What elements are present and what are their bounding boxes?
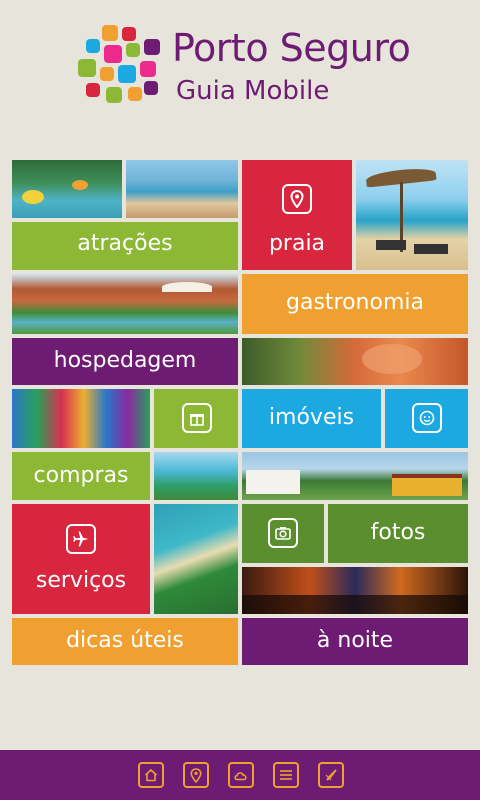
imoveis-label: imóveis — [268, 405, 355, 430]
tile-compras[interactable]: compras — [12, 452, 150, 500]
atracoes-photo-beach — [126, 160, 238, 218]
noite-photo — [242, 567, 468, 614]
list-icon[interactable] — [273, 762, 299, 788]
gastronomia-photo — [242, 338, 468, 385]
map-pin-icon — [282, 184, 312, 214]
face-icon — [412, 403, 442, 433]
tile-fotos[interactable]: fotos — [328, 504, 468, 563]
camera-icon — [268, 518, 298, 548]
weather-icon[interactable] — [228, 762, 254, 788]
compras-label: compras — [33, 463, 129, 488]
imoveis-photo — [242, 452, 468, 500]
tile-a-noite[interactable]: à noite — [242, 618, 468, 665]
compras-photo-bay — [154, 452, 238, 500]
tile-fotos-icon[interactable] — [242, 504, 324, 563]
tile-imoveis-icon[interactable] — [385, 389, 468, 448]
airplane-icon — [66, 524, 96, 554]
bottom-nav-bar — [0, 750, 480, 800]
hospedagem-label: hospedagem — [53, 348, 197, 373]
app-title: Porto Seguro — [172, 26, 411, 70]
gastronomia-label: gastronomia — [286, 290, 424, 315]
map-pin-icon[interactable] — [183, 762, 209, 788]
gift-icon — [182, 403, 212, 433]
tile-praia[interactable]: praia — [242, 160, 352, 270]
atracoes-photo-pool — [12, 160, 122, 218]
app-subtitle: Guia Mobile — [176, 76, 330, 106]
noite-label: à noite — [316, 628, 394, 653]
tile-dicas-uteis[interactable]: dicas úteis — [12, 618, 238, 665]
header: Porto Seguro Guia Mobile — [0, 0, 480, 150]
dicas-label: dicas úteis — [66, 628, 184, 653]
praia-photo — [356, 160, 468, 270]
logo-icon — [78, 25, 162, 109]
tile-atracoes[interactable]: atrações — [12, 160, 238, 270]
tile-gastronomia[interactable]: gastronomia — [242, 274, 468, 334]
tile-compras-icon[interactable] — [154, 389, 238, 448]
servicos-label: serviços — [35, 568, 127, 593]
tile-servicos[interactable]: serviços — [12, 504, 150, 614]
home-icon[interactable] — [138, 762, 164, 788]
compass-icon[interactable] — [318, 762, 344, 788]
praia-label: praia — [268, 231, 326, 256]
hospedagem-photo — [12, 274, 238, 334]
tile-imoveis[interactable]: imóveis — [242, 389, 381, 448]
compras-photo-houses — [12, 389, 150, 448]
fotos-label: fotos — [370, 520, 426, 545]
servicos-photo-coast — [154, 504, 238, 614]
tile-hospedagem[interactable]: hospedagem — [12, 338, 238, 385]
atracoes-label: atrações — [77, 231, 173, 256]
